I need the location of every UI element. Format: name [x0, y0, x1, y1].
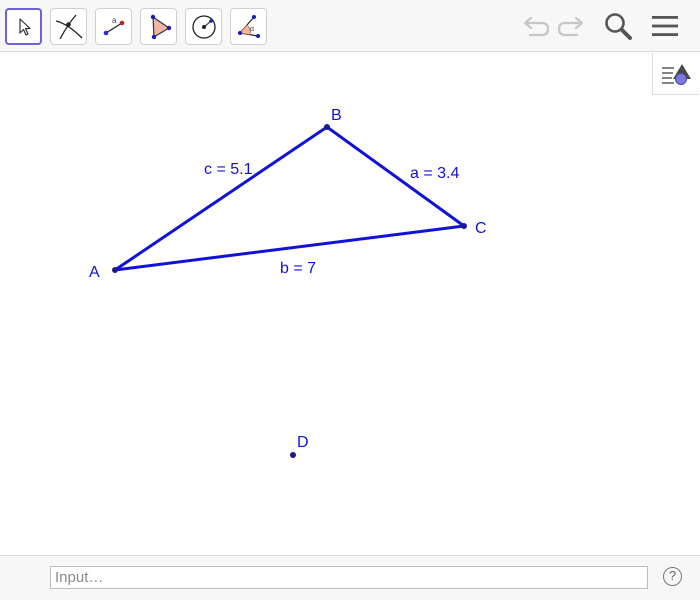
- angle-tool-button[interactable]: α: [230, 8, 267, 45]
- point-label-b: B: [331, 107, 342, 124]
- menu-icon: [652, 16, 678, 36]
- circle-center-point-icon: [191, 14, 216, 39]
- search-icon: [605, 13, 632, 40]
- svg-text:a: a: [112, 16, 117, 25]
- move-tool-button[interactable]: [5, 8, 42, 45]
- algebra-input-field[interactable]: [50, 566, 648, 589]
- point-label-c: C: [475, 220, 487, 237]
- redo-icon: [557, 16, 584, 37]
- point-label-d: D: [297, 434, 309, 451]
- redo-button[interactable]: [556, 10, 588, 42]
- cursor-arrow-icon: [18, 17, 31, 36]
- point-tool-button[interactable]: [50, 8, 87, 45]
- intersecting-lines-point-icon: [55, 14, 82, 39]
- segment-label-b: b = 7: [280, 260, 317, 277]
- undo-button[interactable]: [519, 10, 551, 42]
- point-label-a: A: [89, 264, 100, 281]
- point-c[interactable]: [461, 223, 467, 229]
- help-question-icon: ?: [668, 568, 677, 583]
- segment-tool-button[interactable]: a: [95, 8, 132, 45]
- undo-icon: [523, 16, 550, 37]
- construction-drawing: [112, 124, 467, 458]
- angle-alpha-icon: α: [237, 14, 260, 38]
- point-b[interactable]: [324, 124, 330, 130]
- input-help-button[interactable]: ?: [663, 567, 682, 586]
- segment-label-a: a = 3.4: [410, 165, 460, 182]
- point-d[interactable]: [290, 452, 296, 458]
- search-button[interactable]: [602, 10, 634, 42]
- circle-tool-button[interactable]: [185, 8, 222, 45]
- segment-with-length-icon: a: [103, 16, 124, 35]
- main-menu-button[interactable]: [649, 10, 681, 42]
- toolbar: a α: [0, 0, 700, 52]
- segment-label-c: c = 5.1: [204, 161, 253, 178]
- graphics-view[interactable]: A B C D c = 5.1 a = 3.4 b = 7: [0, 53, 700, 555]
- triangle-polygon-icon: [150, 14, 171, 39]
- point-a[interactable]: [112, 267, 118, 273]
- polygon-tool-button[interactable]: [140, 8, 177, 45]
- algebra-input-bar: ?: [0, 555, 700, 600]
- svg-text:α: α: [250, 26, 254, 33]
